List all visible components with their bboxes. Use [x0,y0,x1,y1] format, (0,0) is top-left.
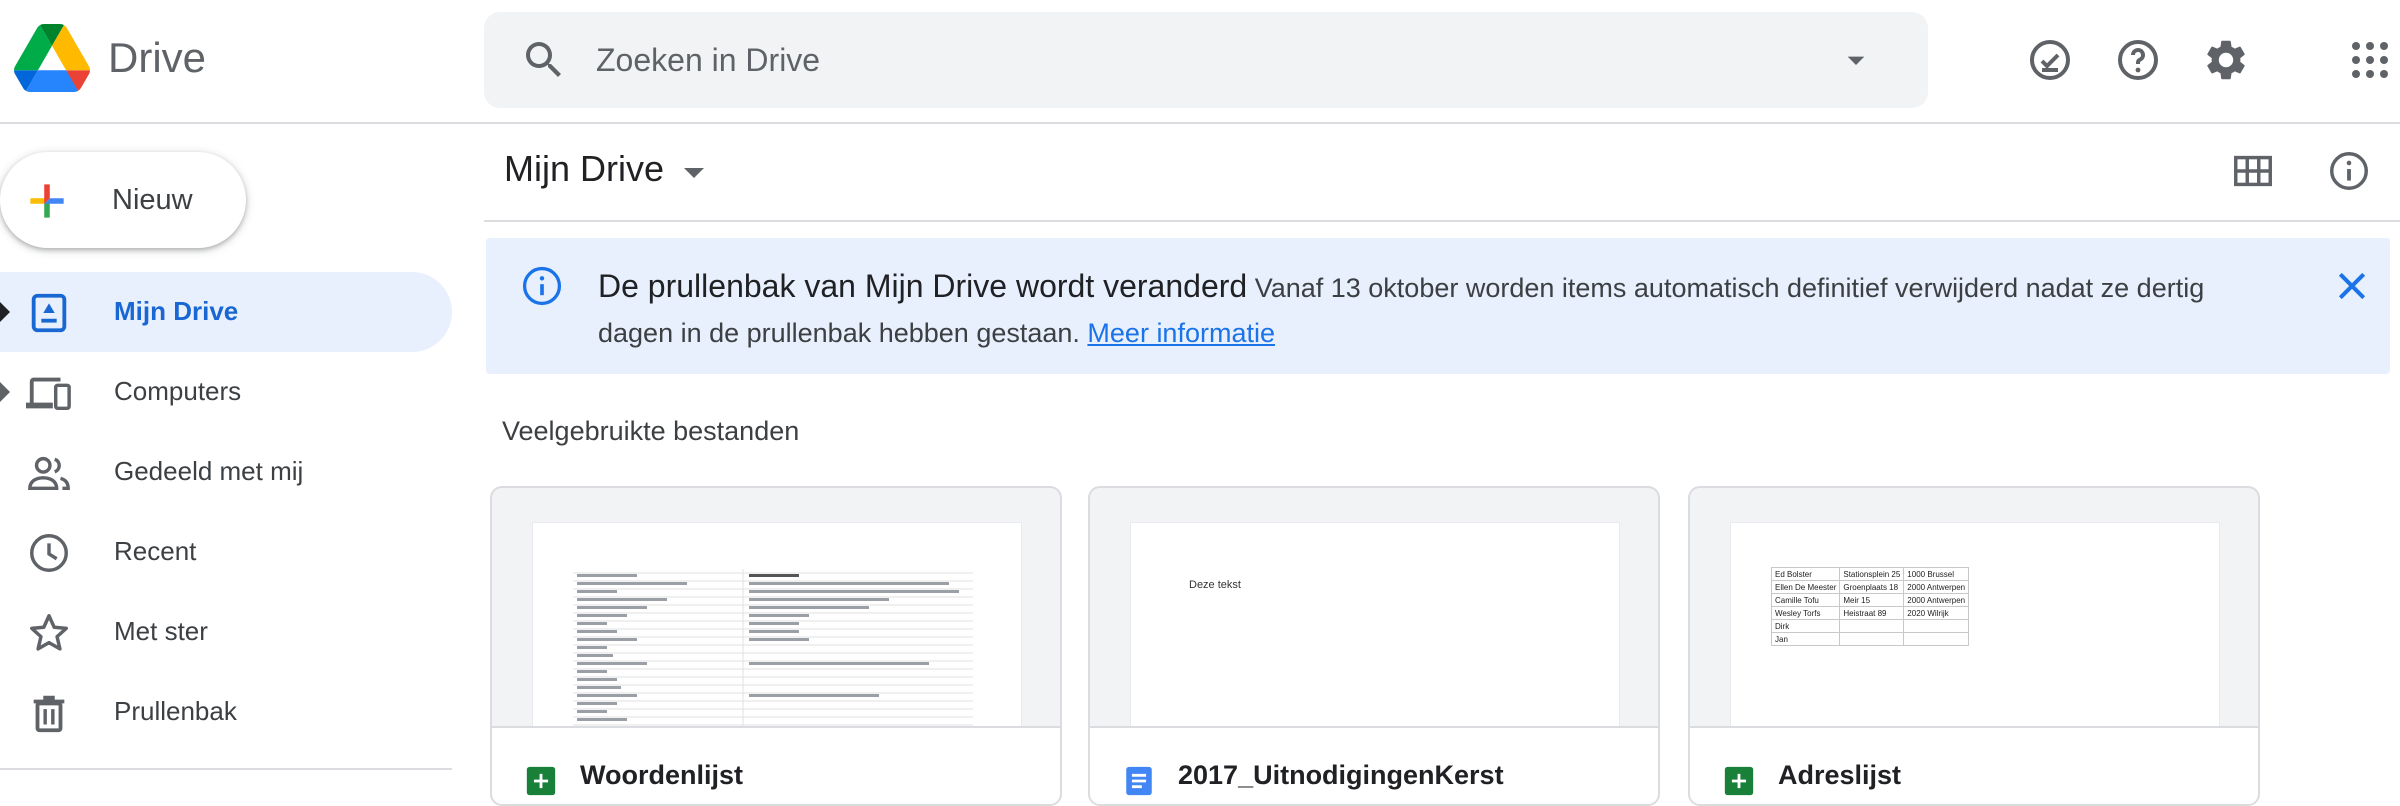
table-cell [1903,619,1970,633]
sidebar-divider [0,768,452,770]
table-cell: 2000 Antwerpen [1903,580,1970,594]
table-cell: 2020 Wilrijk [1903,606,1970,620]
info-icon[interactable] [2326,148,2372,194]
sidebar-item-label: Met ster [114,616,208,646]
sidebar-item-label: Gedeeld met mij [114,456,304,486]
file-name: Woordenlijst [580,760,744,790]
sheets-icon [526,766,556,796]
new-button[interactable]: Nieuw [0,152,246,248]
table-cell: Camille Tofu [1770,593,1841,607]
chevron-down-icon[interactable] [684,168,704,178]
drive-logo-icon[interactable] [14,24,90,92]
banner-title: De prullenbak van Mijn Drive wordt veran… [598,268,1248,304]
table-row: Camille Tofu Meir 15 2000 Antwerpen [1770,593,1970,607]
file-card-footer[interactable]: Woordenlijst [492,726,1060,804]
trash-icon [33,695,65,733]
table-row: Dirk [1770,619,1970,633]
search-input[interactable] [596,34,1796,86]
file-name: Adreslijst [1778,760,1902,790]
help-icon[interactable] [2114,36,2162,84]
expand-caret-icon[interactable] [0,382,10,402]
sidebar-item-label: Mijn Drive [114,296,239,326]
file-card-footer[interactable]: 2017_UitnodigingenKerst [1090,726,1658,804]
sidebar-item-trash[interactable]: Prullenbak [0,672,452,752]
my-drive-icon [31,293,67,333]
file-card-footer[interactable]: Adreslijst [1690,726,2258,804]
table-cell: Ed Bolster [1770,567,1841,581]
new-button-label: Nieuw [112,184,193,216]
computers-icon [26,377,71,411]
table-cell: Groenplaats 18 [1839,580,1905,594]
sheets-icon [1724,766,1754,796]
table-row: Jan [1770,632,1970,646]
app-name[interactable]: Drive [108,34,206,82]
file-card-uitnodigingen[interactable]: Deze tekst 2017_UitnodigingenKerst [1088,486,1660,806]
page-title[interactable]: Mijn Drive [504,148,664,190]
sidebar-item-shared-with-me[interactable]: Gedeeld met mij [0,432,452,512]
sidebar-item-label: Recent [114,536,197,566]
sidebar-item-computers[interactable]: Computers [0,352,452,432]
table-cell [1839,619,1905,633]
section-title: Veelgebruikte bestanden [502,416,800,446]
expand-caret-icon[interactable] [0,302,10,322]
trash-change-banner: De prullenbak van Mijn Drive wordt veran… [486,238,2390,374]
banner-text: De prullenbak van Mijn Drive wordt veran… [598,264,2238,356]
search-options-dropdown-icon[interactable] [1836,40,1876,80]
settings-icon[interactable] [2202,36,2250,84]
doc-preview-text: Deze tekst [1189,579,1241,591]
table-row: Wesley Torfs Heistraat 89 2020 Wilrijk [1770,606,1970,620]
spreadsheet-preview: Ed Bolster Stationsplein 25 1000 Brussel… [1770,567,1970,646]
table-cell: Jan [1770,632,1841,646]
table-row: Ellen De Meester Groenplaats 18 2000 Ant… [1770,580,1970,594]
file-card-adreslijst[interactable]: Ed Bolster Stationsplein 25 1000 Brussel… [1688,486,2260,806]
table-cell: 1000 Brussel [1903,567,1970,581]
main-divider [484,220,2400,222]
sidebar-item-recent[interactable]: Recent [0,512,452,592]
sidebar-item-label: Prullenbak [114,696,237,726]
file-name: 2017_UitnodigingenKerst [1178,760,1504,790]
sidebar-item-starred[interactable]: Met ster [0,592,452,672]
search-icon[interactable] [520,36,568,84]
table-cell: Meir 15 [1839,593,1905,607]
star-icon [30,614,68,651]
table-cell: Heistraat 89 [1839,606,1905,620]
clock-icon [30,534,68,572]
table-row: Ed Bolster Stationsplein 25 1000 Brussel [1770,567,1970,581]
table-cell: Stationsplein 25 [1839,567,1905,581]
app-header: Drive [0,0,2400,124]
shared-icon [28,456,70,491]
apps-grid-icon[interactable] [2346,36,2394,84]
ready-for-offline-icon[interactable] [2026,36,2074,84]
table-cell: Dirk [1770,619,1841,633]
info-icon [522,266,562,306]
table-cell [1903,632,1970,646]
close-icon[interactable] [2332,266,2372,306]
table-cell [1839,632,1905,646]
learn-more-link[interactable]: Meer informatie [1087,318,1275,348]
file-card-woordenlijst[interactable]: Woordenlijst [490,486,1062,806]
sidebar-item-label: Computers [114,376,242,406]
table-cell: Wesley Torfs [1770,606,1841,620]
table-cell: Ellen De Meester [1770,580,1841,594]
grid-view-icon[interactable] [2230,148,2276,194]
plus-icon [30,184,64,218]
table-cell: 2000 Antwerpen [1903,593,1970,607]
search-bar[interactable] [484,12,1928,108]
docs-icon [1126,766,1152,796]
sidebar-item-my-drive[interactable]: Mijn Drive [0,272,452,352]
